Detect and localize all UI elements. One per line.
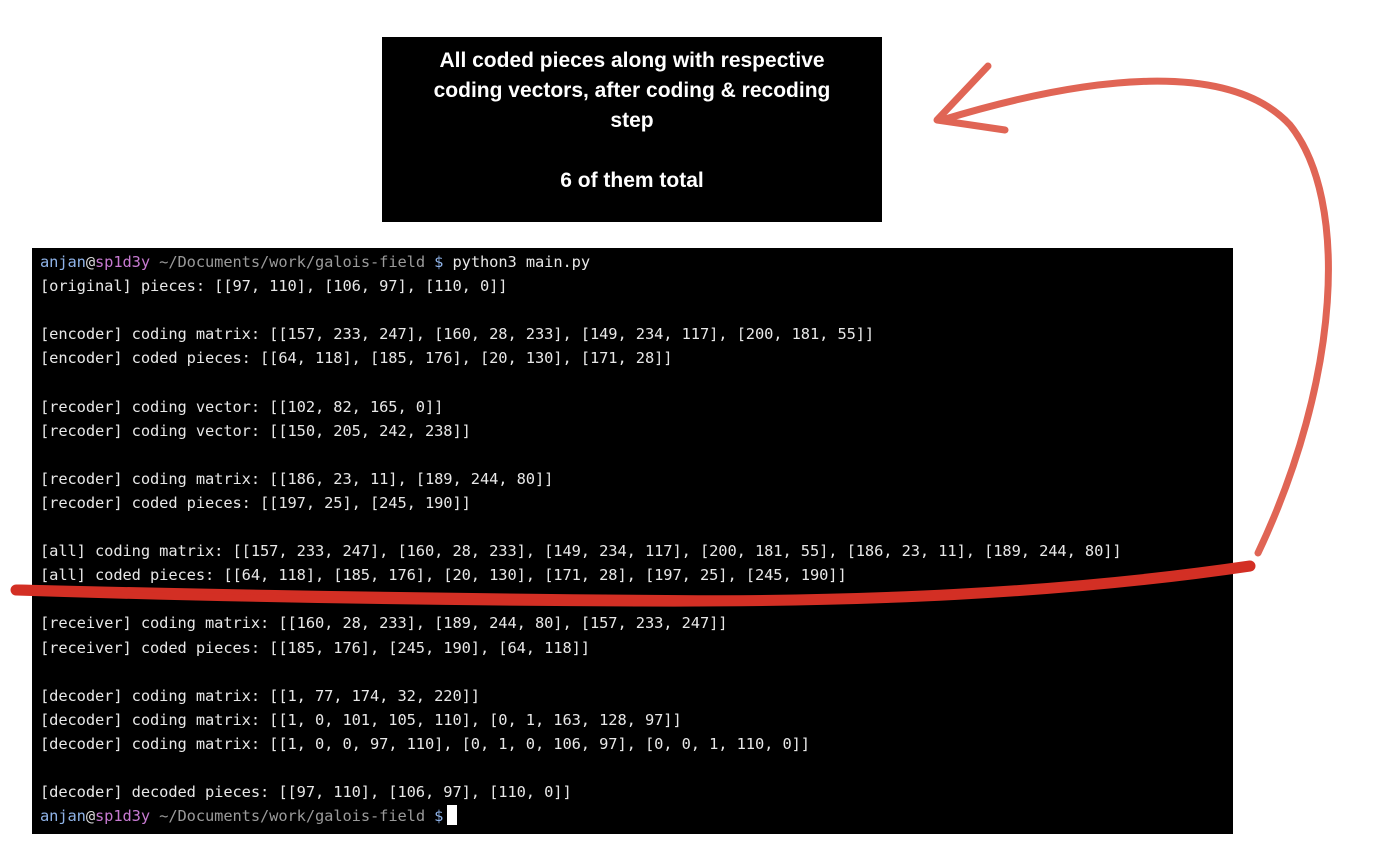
output-line: [decoder] coding matrix: [[1, 0, 101, 10… bbox=[40, 710, 682, 729]
callout-line-3: step bbox=[610, 109, 654, 132]
callout-spacer bbox=[382, 136, 882, 166]
prompt-at: @ bbox=[85, 253, 96, 271]
output-line: [all] coded pieces: [[64, 118], [185, 17… bbox=[40, 566, 847, 585]
prompt-symbol: $ bbox=[425, 253, 444, 271]
prompt-host: sp1d3y bbox=[95, 253, 151, 271]
output-line: [recoder] coding matrix: [[186, 23, 11],… bbox=[40, 469, 554, 488]
output-line: [recoder] coding vector: [[102, 82, 165,… bbox=[40, 397, 444, 416]
output-line: [receiver] coded pieces: [[185, 176], [2… bbox=[40, 638, 590, 657]
prompt-user: anjan bbox=[40, 253, 86, 271]
output-line: [decoder] decoded pieces: [[97, 110], [1… bbox=[40, 783, 572, 802]
annotation-callout-box: All coded pieces along with respective c… bbox=[382, 37, 882, 222]
prompt-path: ~/Documents/work/galois-field bbox=[150, 807, 425, 826]
callout-line-2: coding vectors, after coding & recoding bbox=[433, 79, 831, 102]
output-line: [receiver] coding matrix: [[160, 28, 233… bbox=[40, 614, 728, 633]
output-line: [original] pieces: [[97, 110], [106, 97]… bbox=[40, 277, 508, 296]
callout-line-4: 6 of them total bbox=[560, 169, 704, 192]
output-line: [encoder] coded pieces: [[64, 118], [185… bbox=[40, 349, 673, 368]
arrowhead-icon bbox=[933, 62, 1009, 134]
output-line: [recoder] coded pieces: [[197, 25], [245… bbox=[40, 493, 471, 512]
prompt-line-first: anjan@sp1d3y ~/Documents/work/galois-fie… bbox=[40, 250, 1233, 274]
prompt-command: python3 main.py bbox=[443, 253, 591, 271]
prompt-at: @ bbox=[85, 807, 96, 826]
output-line: [decoder] coding matrix: [[1, 0, 0, 97, … bbox=[40, 734, 810, 753]
terminal-window[interactable]: anjan@sp1d3y ~/Documents/work/galois-fie… bbox=[32, 248, 1233, 834]
text-cursor bbox=[447, 805, 458, 826]
output-line: [recoder] coding vector: [[150, 205, 242… bbox=[40, 421, 471, 440]
prompt-line-last[interactable]: anjan@sp1d3y ~/Documents/work/galois-fie… bbox=[40, 804, 1233, 828]
prompt-host: sp1d3y bbox=[95, 807, 151, 826]
prompt-user: anjan bbox=[40, 807, 86, 826]
prompt-symbol: $ bbox=[425, 807, 444, 826]
prompt-path: ~/Documents/work/galois-field bbox=[150, 253, 425, 271]
output-line: [all] coding matrix: [[157, 233, 247], [… bbox=[40, 542, 1122, 561]
output-line: [decoder] coding matrix: [[1, 77, 174, 3… bbox=[40, 686, 480, 705]
output-line: [encoder] coding matrix: [[157, 233, 247… bbox=[40, 325, 875, 344]
callout-line-1: All coded pieces along with respective bbox=[439, 49, 825, 72]
